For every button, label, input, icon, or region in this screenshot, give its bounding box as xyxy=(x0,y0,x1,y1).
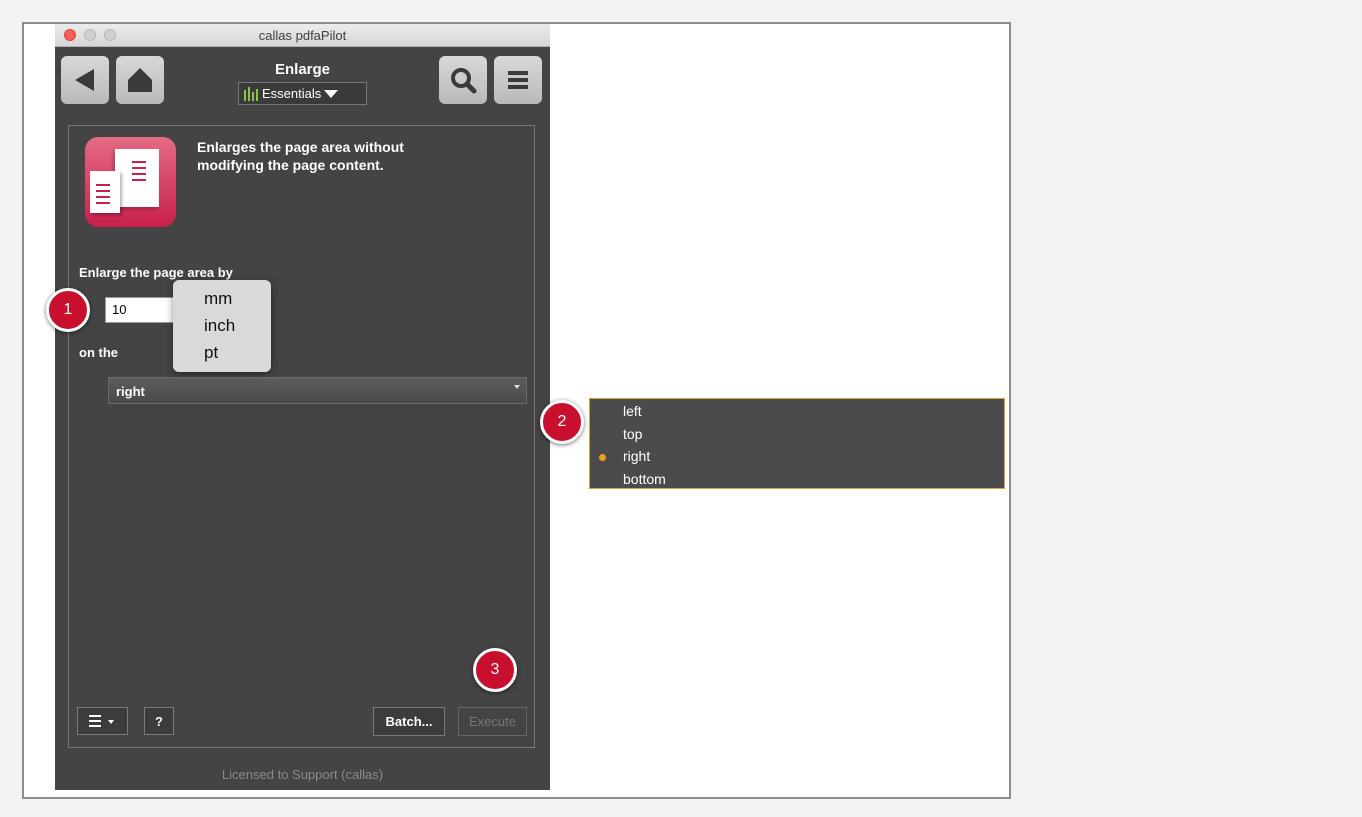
unit-option-mm[interactable]: mm xyxy=(204,289,232,309)
window-title: callas pdfaPilot xyxy=(258,28,347,43)
callout-badge-1: 1 xyxy=(46,288,90,332)
menu-button[interactable] xyxy=(494,56,542,104)
description-line-1: Enlarges the page area without xyxy=(197,139,404,155)
side-select[interactable]: right xyxy=(108,377,527,404)
side-select-value: right xyxy=(116,384,145,399)
options-menu-button[interactable] xyxy=(77,707,128,735)
chevron-down-icon xyxy=(324,89,339,98)
profile-dropdown[interactable]: Essentials xyxy=(238,82,367,105)
profile-label: Essentials xyxy=(262,86,322,101)
enlarge-label: Enlarge the page area by xyxy=(79,265,233,280)
side-option-right[interactable]: right xyxy=(623,448,650,464)
unit-option-inch[interactable]: inch xyxy=(204,316,235,336)
tool-description: Enlarges the page area without modifying… xyxy=(197,138,404,174)
enlarge-tool-icon xyxy=(85,137,176,227)
bars-icon xyxy=(244,86,258,101)
selected-dot-icon xyxy=(599,454,606,461)
list-icon xyxy=(88,715,114,727)
side-dropdown-list: left top right bottom xyxy=(589,398,1005,489)
search-icon xyxy=(451,68,477,94)
unit-option-pt[interactable]: pt xyxy=(204,343,218,363)
description-line-2: modifying the page content. xyxy=(197,157,384,173)
on-the-label: on the xyxy=(79,345,118,360)
title-bar[interactable]: callas pdfaPilot xyxy=(55,24,550,47)
chevron-down-icon xyxy=(514,385,520,389)
help-button[interactable]: ? xyxy=(144,707,174,735)
callout-badge-3: 3 xyxy=(473,648,517,692)
callout-badge-2: 2 xyxy=(540,400,584,444)
side-option-bottom[interactable]: bottom xyxy=(623,471,666,487)
license-text: Licensed to Support (callas) xyxy=(221,767,384,782)
unit-popup-menu: mm inch pt xyxy=(173,280,271,372)
search-button[interactable] xyxy=(439,56,487,104)
batch-button[interactable]: Batch... xyxy=(373,707,445,736)
side-option-left[interactable]: left xyxy=(623,403,642,419)
amount-input[interactable]: 10 xyxy=(105,297,177,323)
menu-icon xyxy=(508,71,528,89)
execute-button[interactable]: Execute xyxy=(458,707,527,736)
side-option-top[interactable]: top xyxy=(623,426,642,442)
